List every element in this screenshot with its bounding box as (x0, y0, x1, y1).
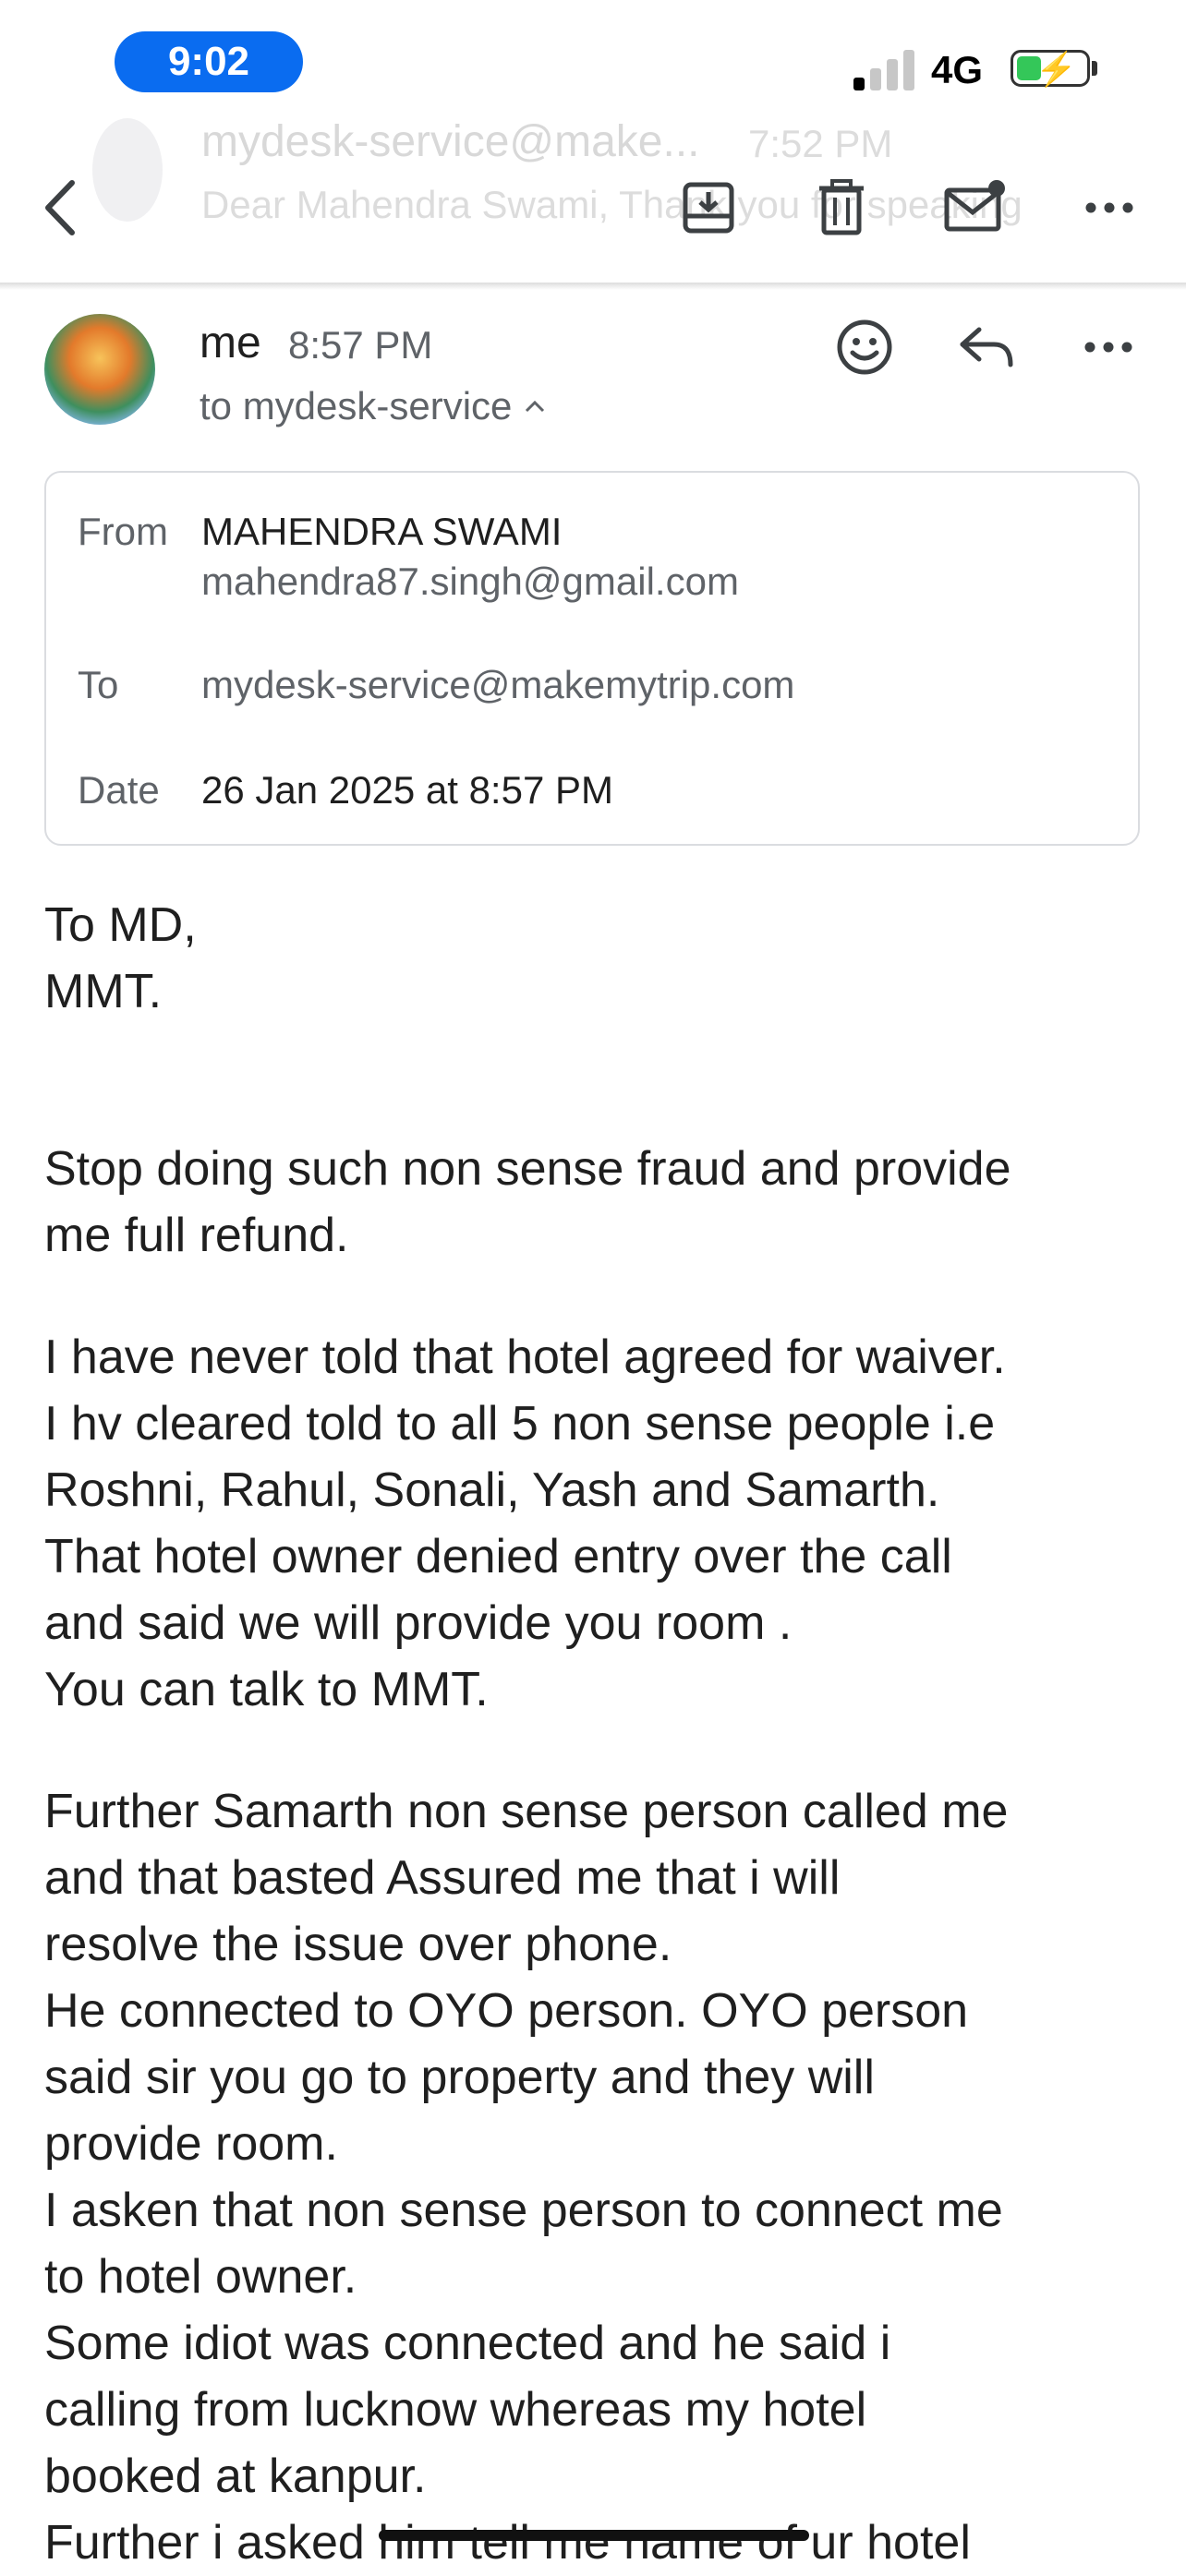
delete-button[interactable] (809, 175, 874, 240)
previous-message-sender[interactable]: mydesk-service@make... (201, 116, 700, 167)
previous-message-time: 7:52 PM (748, 122, 893, 165)
home-indicator[interactable] (379, 2530, 809, 2541)
recipient-toggle[interactable]: to mydesk-service (200, 384, 545, 428)
battery-icon: ⚡ (1011, 50, 1090, 88)
previous-message-avatar (92, 118, 163, 222)
reply-icon (960, 327, 1013, 367)
battery-cap (1092, 61, 1097, 76)
to-label: To (78, 663, 119, 706)
from-name: MAHENDRA SWAMI (201, 510, 563, 553)
message-more-button[interactable] (1073, 312, 1144, 382)
avatar[interactable] (44, 314, 155, 425)
cellular-signal-icon (853, 44, 914, 90)
message-time: 8:57 PM (288, 323, 433, 367)
date-label: Date (78, 768, 160, 812)
archive-button[interactable] (676, 175, 741, 240)
from-label: From (78, 510, 168, 553)
trash-icon (819, 179, 864, 235)
reply-button[interactable] (951, 312, 1022, 382)
body-paragraph: Further Samarth non sense person called … (44, 1785, 1009, 2570)
body-salutation: To MD, MMT. (44, 898, 197, 1018)
date-value: 26 Jan 2025 at 8:57 PM (201, 768, 613, 812)
body-paragraph: I have never told that hotel agreed for … (44, 1330, 1006, 1716)
message-body: To MD, MMT. Stop doing such non sense fr… (44, 892, 1153, 2576)
status-time: 9:02 (115, 31, 303, 92)
archive-icon (683, 182, 734, 234)
previous-message-preview[interactable]: Dear Mahendra Swami, Thank you for speak… (201, 183, 1023, 227)
message-details-card: From MAHENDRA SWAMI mahendra87.singh@gma… (44, 471, 1140, 846)
sender-name: me (200, 319, 261, 367)
toolbar-divider (0, 283, 1186, 290)
more-options-button[interactable] (1077, 175, 1142, 240)
recipient-summary: to mydesk-service (200, 384, 513, 427)
emoji-reaction-icon (837, 319, 892, 375)
mail-unread-icon (944, 180, 1005, 232)
chevron-left-icon (45, 180, 75, 235)
react-button[interactable] (829, 312, 900, 382)
network-type: 4G (931, 48, 984, 91)
to-email[interactable]: mydesk-service@makemytrip.com (201, 663, 794, 707)
back-button[interactable] (28, 175, 92, 240)
body-paragraph: Stop doing such non sense fraud and prov… (44, 1142, 1011, 1262)
more-horizontal-icon (1085, 202, 1133, 213)
mark-unread-button[interactable] (942, 175, 1007, 240)
more-horizontal-icon (1084, 342, 1132, 353)
chevron-up-icon (526, 400, 545, 413)
from-email[interactable]: mahendra87.singh@gmail.com (201, 560, 739, 604)
